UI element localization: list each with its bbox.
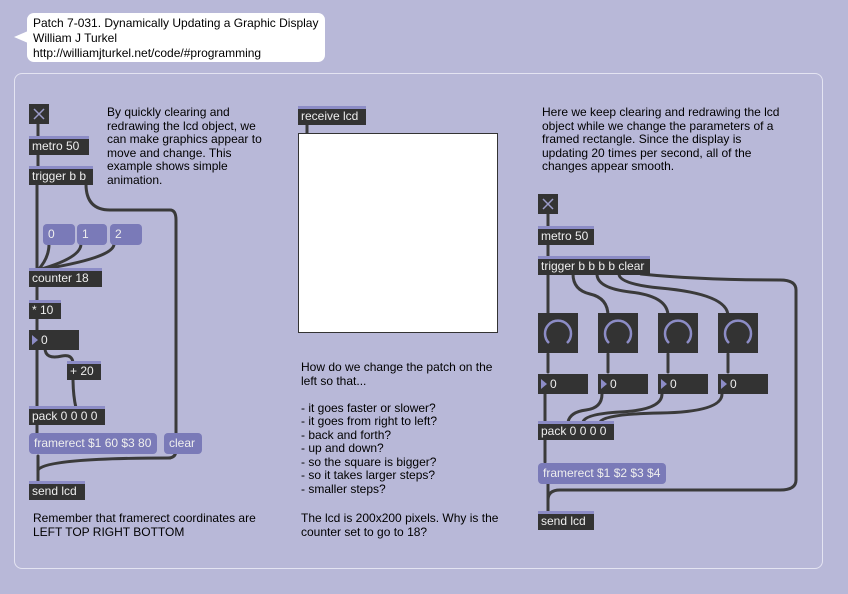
dial-1[interactable]: [538, 313, 578, 353]
number-box-1[interactable]: 0: [538, 374, 588, 394]
trigger-right[interactable]: trigger b b b b clear: [538, 256, 650, 275]
send-left-label: send lcd: [32, 484, 77, 498]
patch-url: http://williamjturkel.net/code/#programm…: [33, 46, 262, 60]
trigger-left-label: trigger b b: [32, 169, 87, 183]
framerect-message-right[interactable]: framerect $1 $2 $3 $4: [538, 463, 666, 484]
left-comment-bottom: Remember that framerect coordinates are …: [33, 511, 256, 539]
add-object[interactable]: + 20: [67, 361, 101, 380]
patch-title: Patch 7-031. Dynamically Updating a Grap…: [33, 16, 319, 30]
send-lcd-left[interactable]: send lcd: [29, 481, 85, 500]
x-icon: [33, 108, 45, 120]
right-comment-top: Here we keep clearing and redrawing the …: [542, 105, 780, 173]
clear-message[interactable]: clear: [164, 433, 202, 454]
middle-note: The lcd is 200x200 pixels. Why is the co…: [301, 511, 499, 539]
dial-4[interactable]: [718, 313, 758, 353]
metro-left-label: metro 50: [32, 139, 80, 153]
message-2[interactable]: 2: [110, 224, 142, 245]
middle-question: How do we change the patch on the left s…: [301, 360, 493, 496]
arc-dial-icon: [543, 319, 573, 344]
pack-left-label: pack 0 0 0 0: [32, 409, 98, 423]
send-right-label: send lcd: [541, 514, 586, 528]
lcd-display[interactable]: [298, 133, 498, 333]
message-0[interactable]: 0: [43, 224, 75, 245]
bubble-tail: [14, 31, 28, 43]
number-box-left[interactable]: 0: [29, 330, 79, 350]
add-label: + 20: [70, 364, 94, 378]
pack-right[interactable]: pack 0 0 0 0: [538, 421, 614, 440]
dial-2[interactable]: [598, 313, 638, 353]
metro-left[interactable]: metro 50: [29, 136, 89, 155]
dial-3[interactable]: [658, 313, 698, 353]
x-icon: [542, 198, 554, 210]
trigger-right-label: trigger b b b b clear: [541, 259, 645, 273]
number-box-2[interactable]: 0: [598, 374, 648, 394]
header-bubble: Patch 7-031. Dynamically Updating a Grap…: [27, 13, 325, 62]
framerect-message-left[interactable]: framerect $1 60 $3 80: [29, 433, 157, 454]
number-box-4[interactable]: 0: [718, 374, 768, 394]
arc-dial-icon: [663, 319, 693, 344]
number-box-3[interactable]: 0: [658, 374, 708, 394]
arc-dial-icon: [603, 319, 633, 344]
trigger-left[interactable]: trigger b b: [29, 166, 93, 185]
counter-object[interactable]: counter 18: [29, 268, 102, 287]
left-comment-top: By quickly clearing and redrawing the lc…: [107, 105, 262, 187]
metro-right-label: metro 50: [541, 229, 589, 243]
toggle-right[interactable]: [538, 194, 558, 214]
pack-left[interactable]: pack 0 0 0 0: [29, 406, 105, 425]
counter-label: counter 18: [32, 271, 89, 285]
multiply-object[interactable]: * 10: [29, 300, 61, 319]
send-lcd-right[interactable]: send lcd: [538, 511, 594, 530]
pack-right-label: pack 0 0 0 0: [541, 424, 607, 438]
toggle-left[interactable]: [29, 104, 49, 124]
message-1[interactable]: 1: [77, 224, 107, 245]
multiply-label: * 10: [32, 303, 54, 317]
receive-label: receive lcd: [301, 109, 359, 123]
patch-author: William J Turkel: [33, 31, 118, 45]
receive-lcd[interactable]: receive lcd: [298, 106, 366, 125]
arc-dial-icon: [723, 319, 753, 344]
metro-right[interactable]: metro 50: [538, 226, 594, 245]
